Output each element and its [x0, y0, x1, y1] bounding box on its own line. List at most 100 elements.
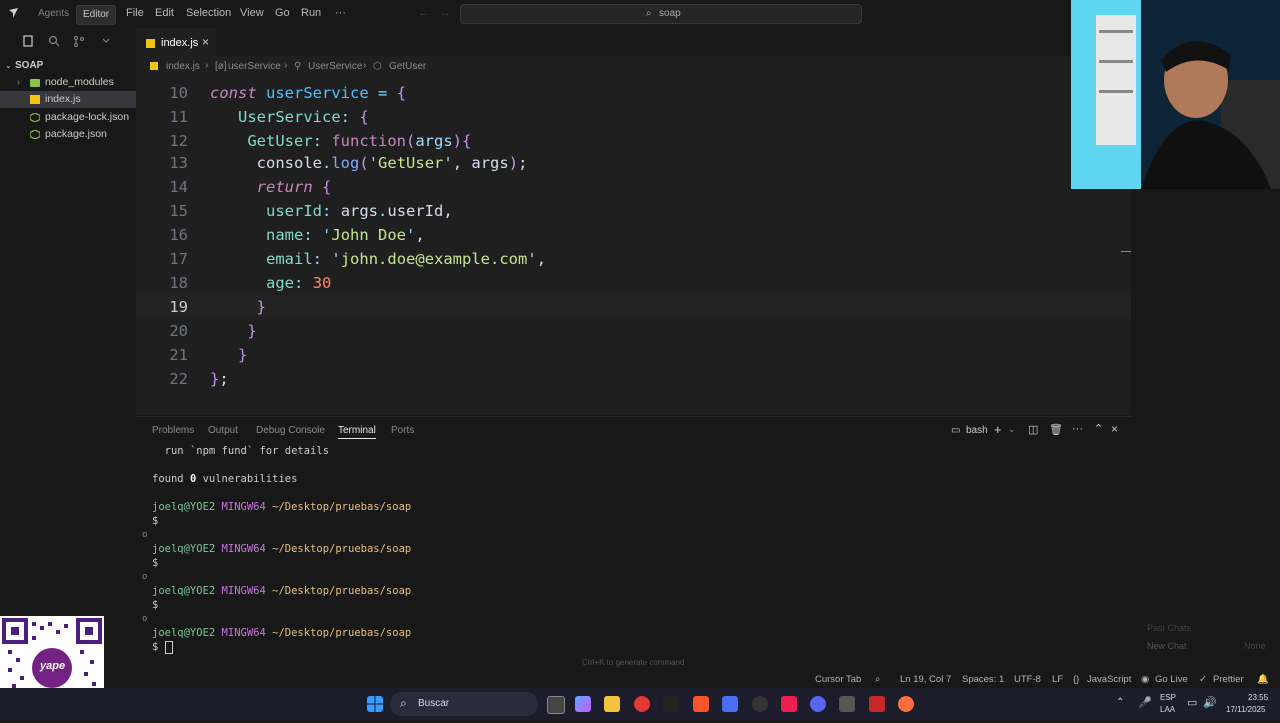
mode-editor[interactable]: Editor [76, 5, 117, 25]
microphone-icon[interactable]: 🎤 [1138, 696, 1152, 709]
tree-item-label: node_modules [45, 76, 114, 88]
chevron-down-icon[interactable]: ⌄ [1008, 424, 1016, 435]
taskbar-search[interactable]: ⌕ Buscar [390, 692, 538, 716]
tab-index-js[interactable]: index.js × [136, 28, 216, 57]
breadcrumb-prop[interactable]: UserService [308, 61, 362, 72]
yape-logo-text: yape [40, 660, 66, 672]
tree-item-node-modules[interactable]: › node_modules [0, 74, 136, 91]
split-terminal-icon[interactable]: ◫ [1028, 423, 1038, 436]
eol[interactable]: LF [1052, 674, 1063, 685]
breadcrumb-var[interactable]: userService [228, 61, 281, 72]
tab-ports[interactable]: Ports [391, 425, 414, 436]
mode-agents[interactable]: Agents [32, 5, 75, 23]
cursor-logo-icon [9, 8, 18, 18]
clock-date[interactable]: 17/11/2025 [1226, 705, 1265, 714]
cursor-tab-status[interactable]: Cursor Tab [815, 674, 861, 685]
files-icon[interactable] [22, 35, 34, 47]
line-source: email: 'john.doe@example.com', [266, 250, 547, 268]
cursor-position[interactable]: Ln 19, Col 7 [900, 674, 951, 685]
trash-icon[interactable]: 🗑 [1049, 423, 1063, 436]
postman-icon[interactable] [898, 696, 914, 712]
brave-icon[interactable] [693, 696, 709, 712]
tab-problems[interactable]: Problems [152, 425, 194, 436]
terminal-icon: ▭ [951, 425, 961, 436]
line-number: 18 [169, 274, 188, 292]
task-view-icon[interactable] [547, 696, 565, 714]
back-arrow-icon[interactable]: ← [418, 7, 429, 19]
terminal-cursor [164, 640, 173, 654]
menu-edit[interactable]: Edit [155, 7, 174, 19]
line-number: 10 [169, 84, 188, 102]
windows-taskbar: ⌕ Buscar ⌃ 🎤 ESP LAA ▭ 🔊 23:55 17/11/202… [0, 688, 1280, 720]
obs-icon[interactable] [752, 696, 768, 712]
tab-label: index.js [161, 37, 199, 49]
chevron-down-icon[interactable] [100, 35, 112, 47]
breadcrumb-method[interactable]: GetUser [389, 61, 426, 72]
zoom-icon[interactable]: ⌕ [875, 674, 880, 685]
encoding[interactable]: UTF-8 [1014, 674, 1041, 685]
js-file-icon [146, 39, 155, 48]
breadcrumb-file[interactable]: index.js [166, 61, 200, 72]
indentation[interactable]: Spaces: 1 [962, 674, 1004, 685]
tab-terminal[interactable]: Terminal [338, 425, 376, 439]
chevron-up-icon[interactable]: ⌃ [1116, 697, 1124, 708]
line-number: 13 [169, 154, 188, 172]
tree-item-package-lock[interactable]: package-lock.json [0, 109, 136, 126]
display-icon[interactable]: ▭ [1187, 696, 1197, 709]
close-icon[interactable]: × [202, 35, 209, 49]
windows-start-icon[interactable] [367, 696, 383, 712]
tab-output[interactable]: Output [208, 425, 238, 436]
maximize-panel-icon[interactable]: ⌃ [1094, 422, 1103, 435]
source-control-icon[interactable] [73, 35, 85, 47]
menu-file[interactable]: File [126, 7, 144, 19]
line-source: UserService: { [238, 108, 369, 126]
chrome-icon[interactable] [634, 696, 650, 712]
code-editor[interactable]: index.js × index.js › [ø] userService › … [136, 28, 1131, 415]
bottom-panel: Problems Output Debug Console Terminal P… [136, 416, 1131, 673]
cursor-app-icon[interactable] [663, 696, 679, 712]
terminal-prompt: joelq@YOE2 MINGW64 ~/Desktop/pruebas/soa… [152, 585, 412, 597]
menu-selection[interactable]: Selection [186, 7, 231, 19]
more-icon[interactable]: ··· [1072, 423, 1083, 435]
app-window-icon[interactable] [839, 696, 855, 712]
bell-icon[interactable]: 🔔 [1257, 674, 1269, 685]
clock-time[interactable]: 23:55 [1248, 693, 1268, 702]
broadcast-icon: ◉ [1141, 674, 1150, 685]
folder-soap[interactable]: ⌄ SOAP [0, 57, 136, 74]
line-number: 17 [169, 250, 188, 268]
copilot-icon[interactable] [575, 696, 591, 712]
add-terminal-icon[interactable]: + [994, 422, 1002, 437]
chevron-down-icon: ⌄ [5, 61, 12, 70]
forward-arrow-icon[interactable]: → [440, 7, 451, 19]
menu-run[interactable]: Run [301, 7, 321, 19]
speaker-icon[interactable]: 🔊 [1203, 696, 1217, 709]
taskbar-search-label: Buscar [418, 698, 450, 709]
menu-more[interactable]: ··· [335, 7, 346, 19]
generate-hint: Ctrl+K to generate command [582, 658, 685, 667]
menu-go[interactable]: Go [275, 7, 290, 19]
tab-debug-console[interactable]: Debug Console [256, 425, 325, 436]
tree-item-package-json[interactable]: package.json [0, 126, 136, 143]
language-mode[interactable]: JavaScript [1087, 674, 1131, 685]
go-live-button[interactable]: Go Live [1155, 674, 1188, 685]
game-icon[interactable] [722, 696, 738, 712]
discord-icon[interactable] [810, 696, 826, 712]
menu-view[interactable]: View [240, 7, 264, 19]
new-chat-button[interactable]: New Chat [1147, 641, 1187, 651]
shell-name[interactable]: bash [966, 425, 988, 436]
tf-app-icon[interactable] [869, 696, 885, 712]
terminal-input-line[interactable]: $ [152, 640, 173, 654]
close-panel-icon[interactable]: × [1111, 422, 1118, 436]
search-icon[interactable] [48, 35, 60, 47]
terminal-line: found 0 vulnerabilities [152, 473, 298, 485]
tree-item-index-js[interactable]: index.js [0, 91, 136, 108]
prettier-status[interactable]: Prettier [1213, 674, 1244, 685]
command-marker: o [142, 572, 148, 582]
command-search[interactable]: ⌕ soap [460, 4, 862, 24]
past-chats-label[interactable]: Past Chats [1147, 623, 1191, 633]
folder-icon [30, 79, 40, 87]
terminal-prompt: joelq@YOE2 MINGW64 ~/Desktop/pruebas/soa… [152, 501, 412, 513]
tiktok-icon[interactable] [781, 696, 797, 712]
keyboard-language[interactable]: ESP [1160, 693, 1176, 702]
file-explorer-icon[interactable] [604, 696, 620, 712]
